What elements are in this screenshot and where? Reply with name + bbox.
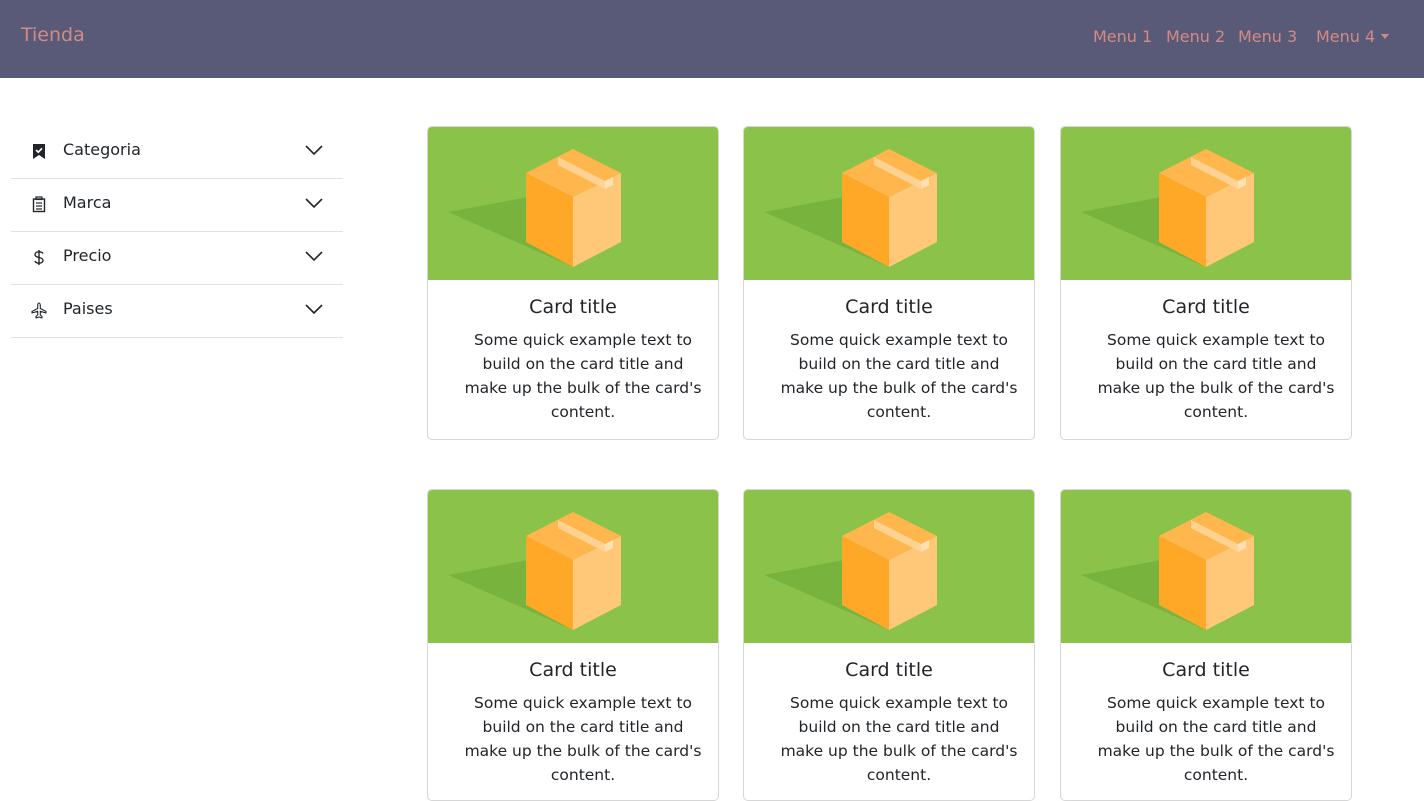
card-title: Card title (845, 659, 933, 681)
card-text: Some quick example text to build on the … (780, 694, 1018, 784)
accordion-label-categoria: Categoria (63, 140, 141, 159)
card-text: Some quick example text to build on the … (1097, 694, 1335, 784)
box-image (744, 127, 1034, 280)
nav-menu-3[interactable]: Menu 3 (1238, 27, 1297, 46)
box-image (428, 490, 718, 643)
card-text: Some quick example text to build on the … (1097, 331, 1335, 421)
chevron-down-icon (305, 304, 323, 315)
building-icon (31, 195, 47, 213)
product-card: Card title Some quick example text to bu… (1060, 126, 1352, 440)
accordion-label-precio: Precio (63, 246, 112, 265)
box-image (744, 490, 1034, 643)
product-card: Card title Some quick example text to bu… (427, 489, 719, 801)
card-title: Card title (1162, 296, 1250, 318)
nav-menu-2[interactable]: Menu 2 (1166, 27, 1225, 46)
chevron-down-icon (305, 251, 323, 262)
chevron-down-icon (305, 145, 323, 156)
accordion-item-categoria[interactable]: Categoria (11, 126, 343, 179)
box-image (1061, 490, 1351, 643)
nav-menu-1[interactable]: Menu 1 (1093, 27, 1152, 46)
nav-menu-4-dropdown[interactable]: Menu 4 (1316, 27, 1390, 46)
card-title: Card title (845, 296, 933, 318)
card-title: Card title (1162, 659, 1250, 681)
product-card: Card title Some quick example text to bu… (743, 126, 1035, 440)
airplane-icon (31, 301, 47, 319)
accordion-item-marca[interactable]: Marca (11, 179, 343, 232)
card-text: Some quick example text to build on the … (780, 331, 1018, 421)
dollar-icon (31, 248, 47, 266)
accordion-item-precio[interactable]: Precio (11, 232, 343, 285)
card-title: Card title (529, 296, 617, 318)
product-card: Card title Some quick example text to bu… (427, 126, 719, 440)
brand-link[interactable]: Tienda (21, 24, 85, 46)
product-card: Card title Some quick example text to bu… (1060, 489, 1352, 801)
card-text: Some quick example text to build on the … (464, 331, 702, 421)
card-title: Card title (529, 659, 617, 681)
accordion-label-marca: Marca (63, 193, 112, 212)
box-image (1061, 127, 1351, 280)
nav-menu-4-label: Menu 4 (1316, 27, 1376, 46)
accordion-label-paises: Paises (63, 299, 113, 318)
navbar: Tienda Menu 1 Menu 2 Menu 3 Menu 4 (0, 0, 1424, 78)
chevron-down-icon (305, 198, 323, 209)
accordion-item-paises[interactable]: Paises (11, 285, 343, 338)
caret-down-icon (1381, 34, 1390, 39)
product-card: Card title Some quick example text to bu… (743, 489, 1035, 801)
filter-accordion: Categoria Marca Precio Paises (11, 126, 343, 338)
box-image (428, 127, 718, 280)
bookmark-check-icon (31, 142, 47, 160)
card-text: Some quick example text to build on the … (464, 694, 702, 784)
